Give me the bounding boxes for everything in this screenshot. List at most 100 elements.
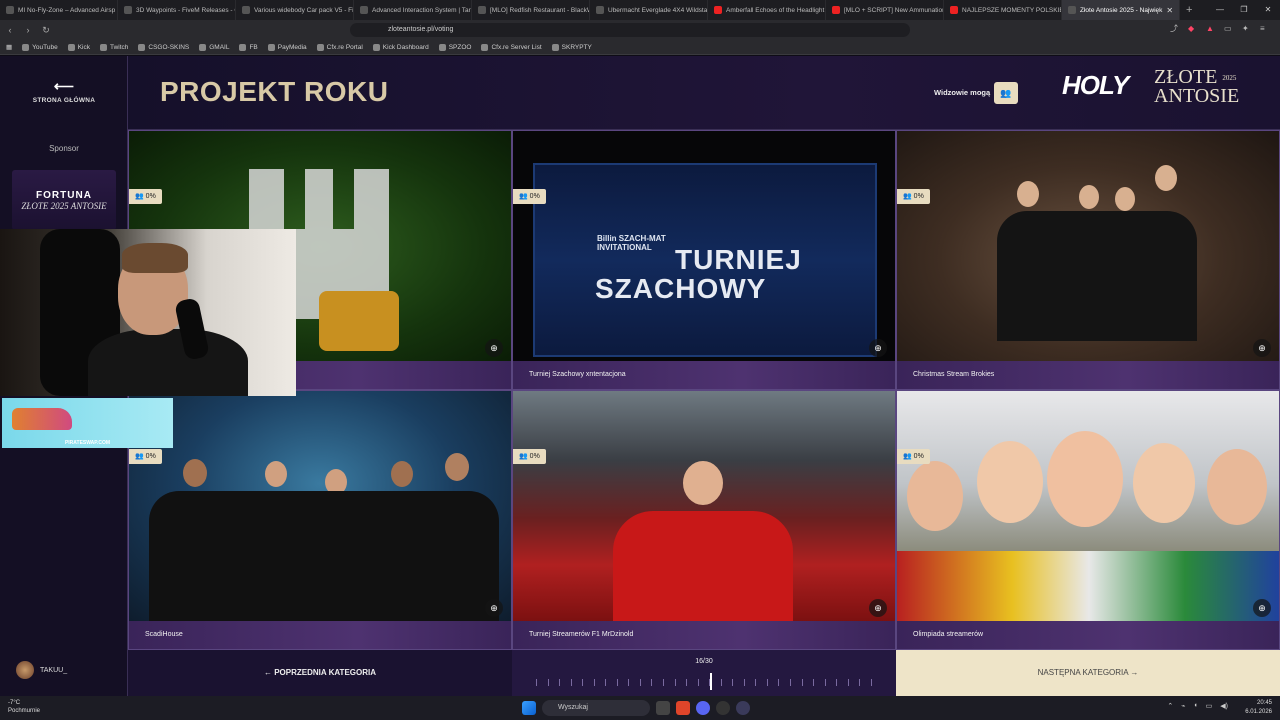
- weather-widget[interactable]: -7°C Pochmurnie: [8, 699, 40, 715]
- next-category-button[interactable]: NASTĘPNA KATEGORIA →: [896, 650, 1280, 696]
- banner-title-line1: TURNIEJ: [675, 244, 802, 275]
- person-face: [265, 461, 287, 487]
- vote-percent-badge: 👥 0%: [129, 189, 162, 204]
- bookmark-icon: [551, 43, 559, 51]
- zoom-in-icon[interactable]: ⊕: [485, 599, 503, 617]
- sponsor-card[interactable]: FORTUNA ZŁOTE 2025 ANTOSIE: [12, 170, 116, 230]
- reload-icon[interactable]: ↻: [38, 25, 54, 36]
- username: TAKUU_: [40, 666, 68, 674]
- app-icon[interactable]: [736, 701, 750, 715]
- zoom-in-icon[interactable]: ⊕: [1253, 599, 1271, 617]
- bookmark-label: CSGO-SKINS: [148, 43, 190, 51]
- display-icon[interactable]: ▭: [1206, 702, 1213, 710]
- zoom-in-icon[interactable]: ⊕: [869, 599, 887, 617]
- close-tab-icon[interactable]: ✕: [1166, 6, 1173, 15]
- browser-tab[interactable]: Złote Antosie 2025 - Najwięk ✕: [1062, 0, 1180, 20]
- zoom-in-icon[interactable]: ⊕: [869, 339, 887, 357]
- bookmark-icon: [267, 43, 275, 51]
- network-icon[interactable]: ⌁: [1181, 702, 1185, 710]
- category-progress: 16/30: [512, 650, 896, 696]
- vote-percent-badge: 👥 0%: [897, 189, 930, 204]
- apps-icon[interactable]: ▦: [6, 43, 12, 51]
- progress-label: 16/30: [695, 658, 713, 665]
- os-taskbar: -7°C Pochmurnie Wyszukaj ⌃ ⌁ ◖ ▭ ◀) 20:4…: [0, 696, 1280, 720]
- people-shirts: [897, 551, 1279, 623]
- close-window-icon[interactable]: ✕: [1256, 0, 1280, 20]
- vote-percent-badge: 👥 0%: [897, 449, 930, 464]
- nominee-card[interactable]: 👥 0% ⊕ Olimpiada streamerów: [896, 390, 1280, 650]
- home-link[interactable]: ⟵ STRONA GŁÓWNA: [0, 78, 128, 104]
- bookmark-label: Cfx.re Portal: [326, 43, 363, 51]
- browser-tab[interactable]: Ubermacht Everglade 4X4 Wildstal: [590, 0, 708, 20]
- arrow-left-icon: ←: [263, 668, 272, 677]
- browser-tab[interactable]: 3D Waypoints - FiveM Releases - C: [118, 0, 236, 20]
- browser-tab-bar: MI No-Fly-Zone – Advanced Airsp 3D Waypoi…: [0, 0, 1280, 20]
- minimize-icon[interactable]: —: [1208, 0, 1232, 20]
- browser-tab[interactable]: Advanced Interaction System | Targ: [354, 0, 472, 20]
- previous-category-button[interactable]: ← POPRZEDNIA KATEGORIA: [128, 650, 512, 696]
- bookmark-label: Twitch: [109, 43, 129, 51]
- task-view-icon[interactable]: [656, 701, 670, 715]
- person-face: [683, 461, 723, 505]
- progress-tick: [755, 678, 757, 686]
- obs-icon[interactable]: [716, 701, 730, 715]
- volume-icon[interactable]: ◀): [1220, 702, 1228, 710]
- bookmark-item[interactable]: Kick: [67, 43, 90, 51]
- youtube-icon: [714, 6, 722, 14]
- bookmark-item[interactable]: Twitch: [99, 43, 129, 51]
- discord-icon[interactable]: [696, 701, 710, 715]
- bookmark-item[interactable]: FB: [239, 43, 258, 51]
- chevron-up-icon[interactable]: ⌃: [1167, 702, 1173, 710]
- page-header: PROJEKT ROKU Widzowie mogą 👥 HOLY ZŁOTE …: [128, 56, 1280, 130]
- bookmark-item[interactable]: Cfx.re Server List: [481, 43, 542, 51]
- brave-shield-icon[interactable]: ◆: [1188, 24, 1198, 34]
- user-profile[interactable]: TAKUU_: [16, 661, 67, 679]
- progress-tick: [778, 678, 780, 686]
- browser-tab[interactable]: Amberfall Echoes of the Headlight: [708, 0, 826, 20]
- bookmark-item[interactable]: YouTube: [22, 43, 58, 51]
- browser-tab[interactable]: NAJLEPSZE MOMENTY POLSKIEGO: [944, 0, 1062, 20]
- taskbar-search[interactable]: Wyszukaj: [542, 700, 650, 716]
- zoom-in-icon[interactable]: ⊕: [485, 339, 503, 357]
- nominee-card[interactable]: 👥 0% ⊕ Turniej Streamerów F1 MrDzinold: [512, 390, 896, 650]
- bookmark-icon: [316, 43, 324, 51]
- back-icon[interactable]: ‹: [2, 25, 18, 35]
- bookmark-item[interactable]: PayMedia: [267, 43, 307, 51]
- browser-tab[interactable]: Various widebody Car pack V5 - Fi: [236, 0, 354, 20]
- youtube-icon: [832, 6, 840, 14]
- restore-icon[interactable]: ❐: [1232, 0, 1256, 20]
- bookmark-item[interactable]: Cfx.re Portal: [316, 43, 363, 51]
- bookmark-item[interactable]: Kick Dashboard: [372, 43, 429, 51]
- bookmark-item[interactable]: SKRYPTY: [551, 43, 592, 51]
- bookmark-icon: [138, 43, 146, 51]
- browser-tab[interactable]: [MLO + SCRIPT] New Ammunation: [826, 0, 944, 20]
- forward-icon[interactable]: ›: [20, 25, 36, 35]
- zoom-in-icon[interactable]: ⊕: [1253, 339, 1271, 357]
- notification-icon[interactable]: ▲: [1206, 24, 1216, 34]
- tab-label: Ubermacht Everglade 4X4 Wildstal: [608, 6, 708, 14]
- url-field[interactable]: zloteantosie.pl/voting: [350, 23, 910, 37]
- person-face: [1207, 449, 1267, 525]
- person-face: [907, 461, 963, 531]
- bookmark-item[interactable]: CSGO-SKINS: [138, 43, 190, 51]
- logo-holy: HOLY: [1062, 70, 1129, 100]
- nominee-card[interactable]: 👥 0% ⊕ Christmas Stream Brokies: [896, 130, 1280, 390]
- progress-tick: [836, 678, 838, 686]
- nominee-card[interactable]: Billin SZACH-MAT INVITATIONAL TURNIEJ SZ…: [512, 130, 896, 390]
- browser-tab[interactable]: MI No-Fly-Zone – Advanced Airsp: [0, 0, 118, 20]
- browser-tab[interactable]: [MLO] Redfish Restaurant - BlackW: [472, 0, 590, 20]
- viewers-button[interactable]: 👥: [994, 82, 1018, 104]
- brave-browser-icon[interactable]: [676, 701, 690, 715]
- mic-icon[interactable]: ◖: [1193, 702, 1197, 710]
- new-tab-button[interactable]: +: [1186, 4, 1192, 16]
- bookmark-item[interactable]: SPZOO: [438, 43, 471, 51]
- nominee-card[interactable]: 👥 0% ⊕ ScadiHouse: [128, 390, 512, 650]
- menu-icon[interactable]: ≡: [1260, 24, 1270, 34]
- start-icon[interactable]: [522, 701, 536, 715]
- sidebar-icon[interactable]: ▭: [1224, 24, 1234, 34]
- banner-brand: Billin SZACH-MAT INVITATIONAL: [597, 234, 666, 252]
- bookmark-item[interactable]: GMAIL: [199, 43, 229, 51]
- share-icon[interactable]: ⤴: [1170, 24, 1180, 34]
- extensions-icon[interactable]: ✦: [1242, 24, 1252, 34]
- clock[interactable]: 20:45 6.01.2026: [1245, 699, 1272, 717]
